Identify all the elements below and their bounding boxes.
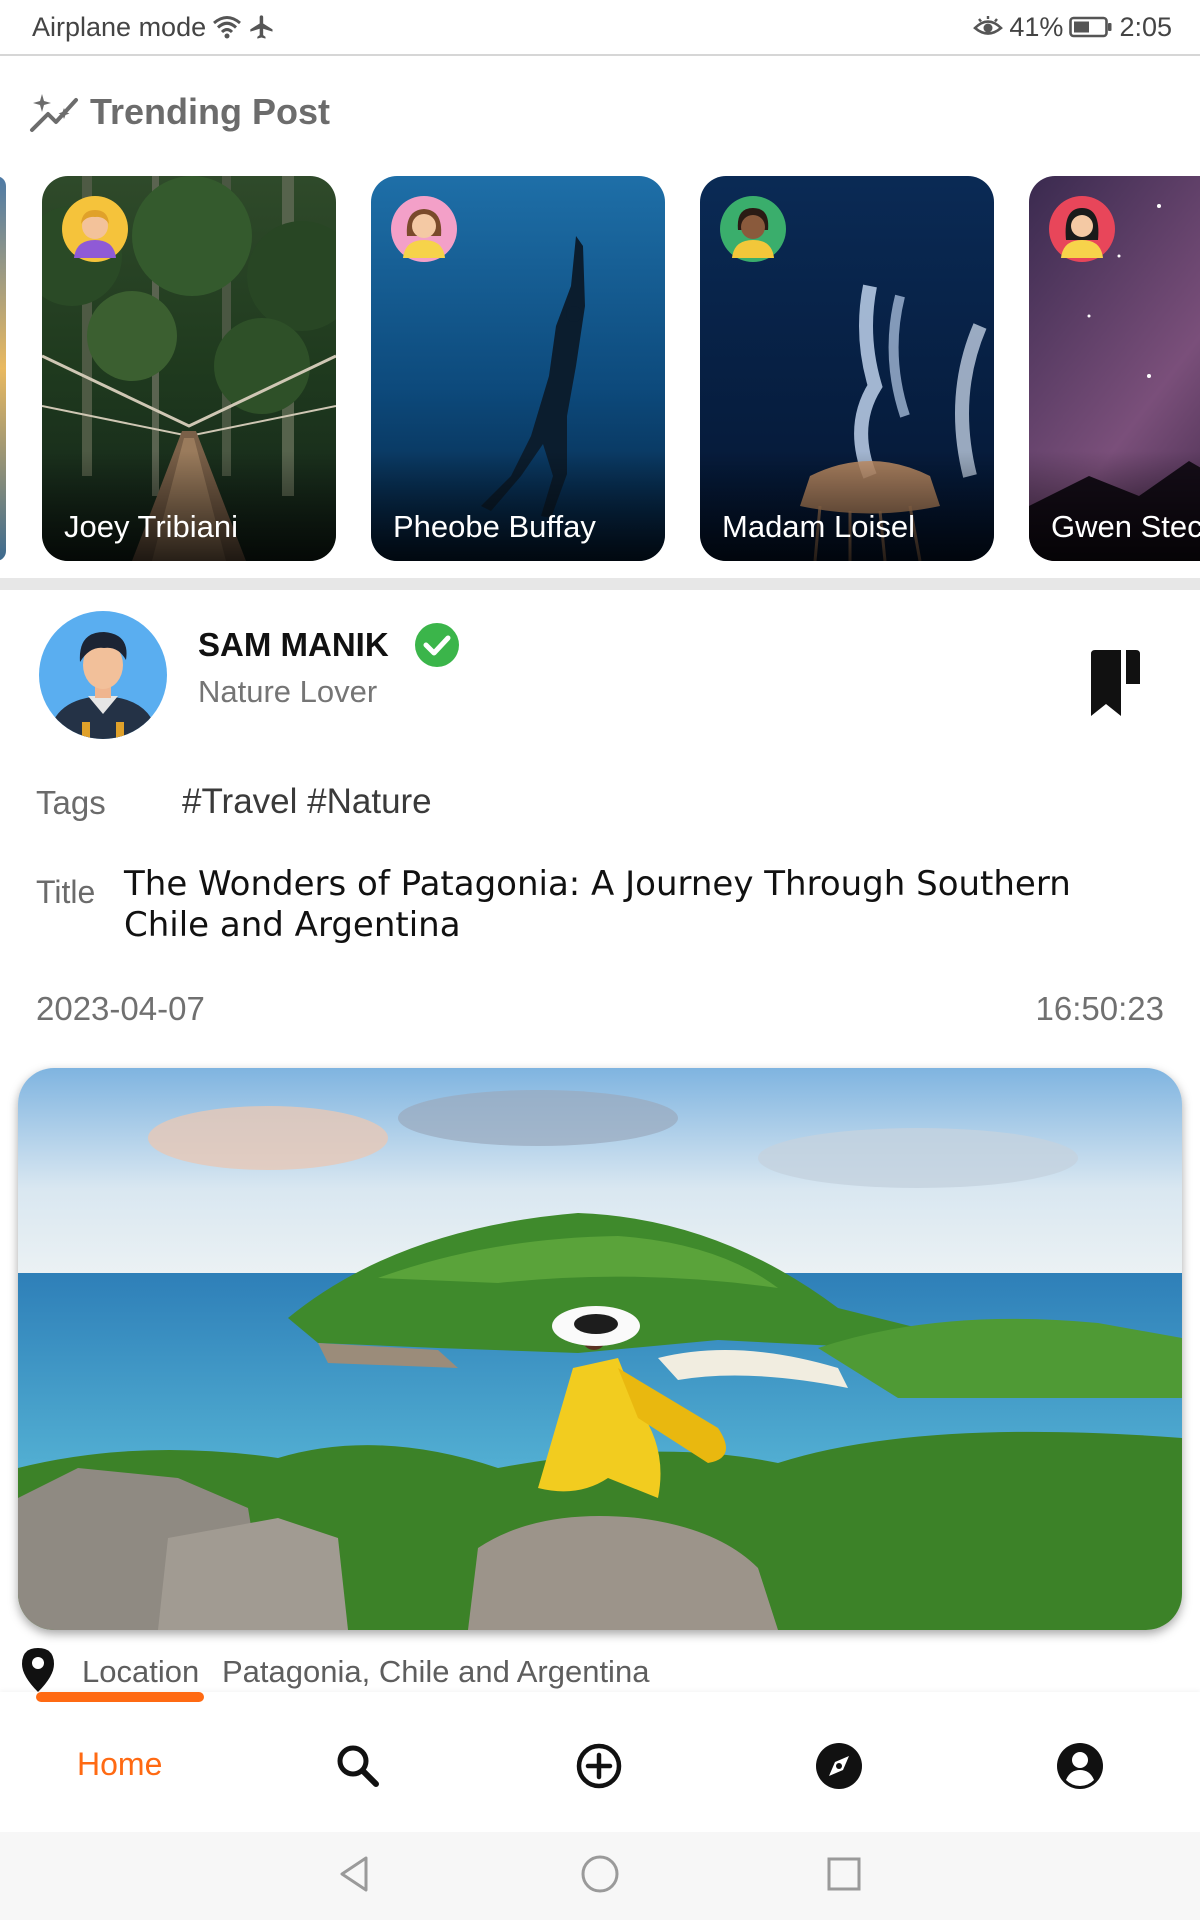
story-avatar	[720, 196, 786, 262]
story-card[interactable]: Joey Tribiani	[42, 176, 336, 561]
avatar-illustration	[403, 209, 445, 258]
add-circle-icon[interactable]	[575, 1742, 623, 1790]
post-time: 16:50:23	[1035, 990, 1164, 1027]
avatar-illustration	[74, 210, 116, 258]
post-title: The Wonders of Patagonia: A Journey Thro…	[124, 864, 1071, 945]
tags-value[interactable]: #Travel #Nature	[182, 782, 432, 822]
wifi-icon	[213, 16, 242, 39]
story-name: Madam Loisel	[722, 509, 915, 544]
location-pin-icon	[22, 1648, 54, 1692]
title-label: Title	[36, 874, 96, 910]
avatar-illustration	[39, 611, 167, 739]
bottom-nav: Home	[0, 1692, 1200, 1832]
trending-header: Trending Post	[28, 84, 330, 140]
story-avatar	[391, 196, 457, 262]
story-avatar	[1049, 196, 1115, 262]
compass-icon[interactable]	[815, 1742, 863, 1790]
stories-carousel[interactable]: Joey Tribiani Pheobe Buffay Madam Loisel…	[0, 176, 1200, 562]
eye-comfort-icon	[973, 16, 1004, 35]
status-time: 2:05	[1119, 11, 1172, 42]
story-card[interactable]: Madam Loisel	[700, 176, 994, 561]
author-avatar[interactable]	[38, 610, 168, 740]
active-tab-indicator	[36, 1692, 204, 1702]
author-role: Nature Lover	[198, 674, 378, 709]
location-value: Patagonia, Chile and Argentina	[222, 1654, 650, 1689]
nav-home[interactable]: Home	[77, 1746, 162, 1783]
section-divider	[0, 578, 1200, 590]
system-nav-bar	[0, 1832, 1200, 1920]
sparkle-trend-icon	[30, 94, 78, 132]
story-avatar	[62, 196, 128, 262]
status-bar: Airplane mode 41% 2:05	[0, 0, 1200, 56]
story-card-partial[interactable]	[0, 176, 6, 561]
home-circle-icon[interactable]	[578, 1850, 622, 1898]
story-name: Gwen Stec	[1051, 509, 1200, 544]
airplane-mode-label: Airplane mode	[32, 11, 207, 42]
trending-title: Trending Post	[90, 91, 331, 132]
verified-check-icon	[415, 623, 459, 667]
bookmark-icon[interactable]	[1088, 648, 1144, 718]
story-card[interactable]: Gwen Stec	[1029, 176, 1200, 561]
post-image-landscape	[18, 1068, 1182, 1630]
status-left: Airplane mode	[32, 12, 276, 43]
post-date: 2023-04-07	[36, 990, 205, 1027]
screen: Airplane mode 41% 2:05 Trending Post Joe…	[0, 0, 1200, 1920]
story-card[interactable]: Pheobe Buffay	[371, 176, 665, 561]
avatar-illustration	[732, 208, 774, 258]
post-image[interactable]	[18, 1068, 1182, 1630]
back-icon[interactable]	[334, 1850, 374, 1898]
search-icon[interactable]	[334, 1742, 380, 1788]
location-label: Location	[82, 1654, 200, 1689]
battery-percent: 41%	[1009, 11, 1064, 42]
avatar-illustration	[1061, 208, 1103, 258]
account-icon[interactable]	[1056, 1742, 1104, 1790]
author-name[interactable]: SAM MANIK	[198, 626, 389, 664]
tags-label: Tags	[36, 784, 106, 821]
story-name: Joey Tribiani	[64, 509, 239, 544]
recents-square-icon[interactable]	[824, 1850, 864, 1898]
status-right: 41% 2:05	[973, 12, 1172, 43]
story-name: Pheobe Buffay	[393, 509, 596, 544]
airplane-icon	[250, 15, 273, 39]
battery-icon	[1069, 16, 1112, 38]
